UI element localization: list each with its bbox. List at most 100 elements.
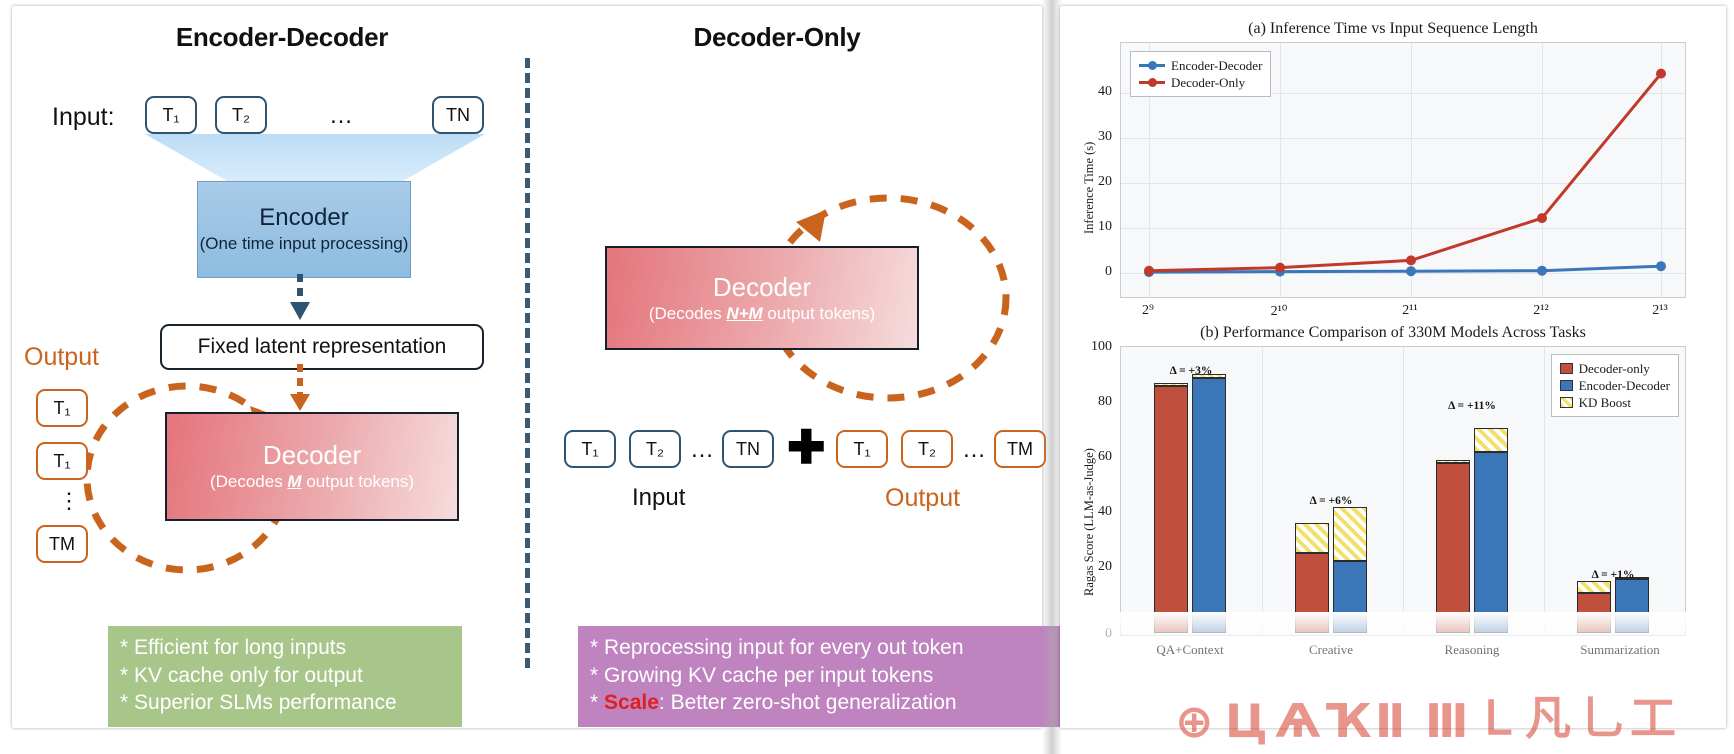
chart-b-ylabel: Ragas Score (LLM-as-Judge) <box>1082 448 1096 596</box>
do-input-label: Input <box>632 484 686 511</box>
encoder-decoder-title: Encoder-Decoder <box>175 22 389 52</box>
decoder-sub-em-left: M <box>287 472 302 492</box>
chart-a-legend: Encoder-Decoder Decoder-Only <box>1130 51 1272 97</box>
do-output-ellipsis: … <box>962 436 988 463</box>
chart-a-plot-area: Encoder-Decoder Decoder-Only <box>1120 42 1686 298</box>
chart-b-delta-4: Δ = +1% <box>1591 569 1635 581</box>
encoder-to-latent-arrow <box>290 274 310 320</box>
chart-b-plot-area: Δ = +3% Δ = +6% Δ = +11% Δ = +1% Decoder… <box>1120 346 1686 636</box>
legend-swatch-encoder-decoder <box>1559 380 1573 391</box>
chart-a-title: (a) Inference Time vs Input Sequence Len… <box>1248 20 1538 37</box>
decoder-only-notes: * Reprocessing input for every out token… <box>578 626 1068 728</box>
bar-kd-boost-ed-3 <box>1474 428 1508 452</box>
chart-b-delta-3: Δ = +11% <box>1448 400 1496 412</box>
bar-kd-boost-do-2 <box>1295 523 1329 553</box>
bar-kd-boost-do-3 <box>1436 460 1470 463</box>
decoder-sub-em-right: N+M <box>726 303 763 323</box>
chart-b-delta-1: Δ = +3% <box>1169 365 1213 377</box>
bar-encoder-decoder-4 <box>1615 579 1649 633</box>
legend-swatch-decoder-only <box>1559 363 1573 374</box>
output-token-1: T₁ <box>36 389 88 427</box>
chart-b-ytick-100: 100 <box>1091 339 1112 354</box>
note-right-3-hot: Scale <box>604 691 659 715</box>
legend-line-encoder-decoder <box>1139 61 1165 71</box>
output-vertical-ellipsis: ⋮ <box>58 488 80 513</box>
chart-b-legend-label-1: Decoder-only <box>1578 360 1650 376</box>
chart-b-legend-label-3: KD Boost <box>1578 394 1631 410</box>
do-output-label: Output <box>885 484 961 512</box>
input-funnel <box>145 134 485 181</box>
architecture-diagram-panel: Encoder-Decoder Input: T₁ T₂ … TN Encode… <box>12 6 1068 728</box>
chart-b-gridline-2 <box>1403 347 1404 635</box>
figure-root: Encoder-Decoder Input: T₁ T₂ … TN Encode… <box>0 0 1734 754</box>
chart-b-title: (b) Performance Comparison of 330M Model… <box>1200 324 1586 341</box>
chart-b-delta-2: Δ = +6% <box>1309 495 1353 507</box>
chart-a-xtick-3: 2¹¹ <box>1402 303 1418 318</box>
chart-b-ytick-0: 0 <box>1105 626 1112 641</box>
chart-b-legend-row-3: KD Boost <box>1559 394 1670 411</box>
chart-a-legend-label-1: Encoder-Decoder <box>1171 57 1263 73</box>
bar-encoder-decoder-2 <box>1333 561 1367 633</box>
panel-divider <box>525 58 530 668</box>
decoder-sub-post-right: output tokens) <box>762 303 876 323</box>
chart-a-ytick-40: 40 <box>1098 84 1112 99</box>
chart-a-ytick-0: 0 <box>1105 264 1112 279</box>
charts-panel: (a) Inference Time vs Input Sequence Len… <box>1060 6 1726 728</box>
chart-a-xtick-4: 2¹² <box>1533 303 1549 318</box>
do-input-token-1: T₁ <box>564 430 616 468</box>
encoder-subtitle: (One time input processing) <box>199 234 409 254</box>
chart-a-legend-label-2: Decoder-Only <box>1171 74 1246 90</box>
bar-decoder-only-1 <box>1154 386 1188 633</box>
decoder-title-left: Decoder <box>262 440 362 471</box>
chart-b-gridline-1 <box>1262 347 1263 635</box>
do-output-token-1: T₁ <box>836 430 888 468</box>
chart-b-legend-row-2: Encoder-Decoder <box>1559 377 1670 394</box>
decoder-sub-post-left: output tokens) <box>301 472 415 492</box>
do-input-token-2: T₂ <box>629 430 681 468</box>
decoder-box-right: Decoder (Decodes N+M output tokens) <box>605 246 919 350</box>
note-right-1: * Reprocessing input for every out token <box>590 636 964 659</box>
bar-encoder-decoder-3 <box>1474 452 1508 633</box>
chart-b-gridline-3 <box>1544 347 1545 635</box>
note-right-2: * Growing KV cache per input tokens <box>590 663 934 687</box>
encoder-decoder-notes: * Efficient for long inputs * KV cache o… <box>108 626 462 728</box>
chart-b-xcat-1: QA+Context <box>1156 642 1224 657</box>
input-label-left: Input: <box>52 103 115 131</box>
decoder-only-title: Decoder-Only <box>693 22 861 52</box>
bar-decoder-only-4 <box>1577 593 1611 633</box>
chart-b-xcat-4: Summarization <box>1580 642 1660 657</box>
do-output-token-2: T₂ <box>901 430 953 468</box>
input-ellipsis-left: … <box>329 102 355 129</box>
chart-a-xtick-5: 2¹³ <box>1652 303 1668 318</box>
plus-icon: ✚ <box>787 421 826 473</box>
output-label-left: Output <box>24 343 100 371</box>
do-output-token-m: TM <box>994 430 1046 468</box>
legend-line-decoder-only <box>1139 78 1165 88</box>
input-token-1: T₁ <box>145 96 197 134</box>
chart-a-xtick-1: 2⁹ <box>1142 303 1154 318</box>
note-left-3: * Superior SLMs performance <box>120 691 397 715</box>
note-left-1: * Efficient for long inputs <box>120 636 347 659</box>
panel-edge-shadow <box>1042 0 1062 754</box>
do-input-token-n: TN <box>722 430 774 468</box>
note-right-3: * Scale: Better zero-shot generalization <box>590 689 1056 717</box>
input-token-2: T₂ <box>215 96 267 134</box>
chart-b-xcat-3: Reasoning <box>1444 642 1500 657</box>
chart-a-ylabel: Inference Time (s) <box>1082 141 1096 234</box>
decoder-box-left: Decoder (Decodes M output tokens) <box>165 412 459 521</box>
encoder-title: Encoder <box>259 204 349 232</box>
decoder-sub-pre-left: (Decodes <box>209 472 288 492</box>
chart-a-line-decoder-only <box>1148 72 1663 273</box>
bar-kd-boost-ed-2 <box>1333 507 1367 561</box>
bar-kd-boost-do-1 <box>1154 383 1188 386</box>
chart-b-ytick-80: 80 <box>1098 394 1112 409</box>
decoder-sub-pre-right: (Decodes <box>648 303 727 323</box>
bar-encoder-decoder-1 <box>1192 378 1226 633</box>
output-token-2: T₁ <box>36 442 88 480</box>
bar-decoder-only-3 <box>1436 463 1470 633</box>
decoder-title-right: Decoder <box>712 271 812 302</box>
chart-a-legend-row-2: Decoder-Only <box>1139 74 1262 91</box>
output-token-m: TM <box>36 525 88 563</box>
encoder-box: Encoder (One time input processing) <box>197 181 411 278</box>
bar-kd-boost-do-4 <box>1577 581 1611 593</box>
